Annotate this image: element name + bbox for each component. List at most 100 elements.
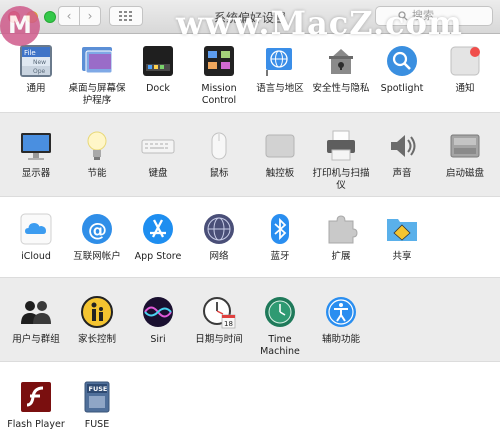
startup-disk-icon (448, 129, 482, 163)
pane-label: 互联网帐户 (73, 251, 121, 262)
preferences-row-other: Flash Player FUSE FUSE (0, 362, 500, 446)
sound-icon (385, 129, 419, 163)
pane-date-time[interactable]: 18 日期与时间 (186, 295, 252, 346)
pane-label: 网络 (209, 251, 229, 262)
pane-bluetooth[interactable]: 蓝牙 (247, 212, 313, 263)
pane-dock[interactable]: Dock (125, 44, 191, 95)
pane-flash-player[interactable]: Flash Player (3, 380, 69, 431)
preferences-row-personal: File New Ope 通用 桌面与屏幕保护程序 Dock Mission C… (0, 34, 500, 112)
spotlight-icon (385, 44, 419, 78)
pane-label: 声音 (392, 168, 412, 179)
trackpad-icon (263, 129, 297, 163)
printers-scanners-icon (324, 129, 358, 163)
icloud-icon (19, 212, 53, 246)
fuse-badge-text: FUSE (89, 385, 108, 393)
pane-label: Spotlight (380, 83, 424, 94)
pane-label: 鼠标 (209, 168, 229, 179)
pane-label: App Store (134, 251, 182, 262)
pane-mouse[interactable]: 鼠标 (186, 129, 252, 180)
pane-label: Mission Control (201, 83, 237, 106)
general-icon-ope-text: Ope (33, 68, 46, 75)
pane-users-groups[interactable]: 用户与群组 (3, 295, 69, 346)
pane-fuse[interactable]: FUSE FUSE (64, 380, 130, 431)
displays-icon (19, 129, 53, 163)
mouse-icon (202, 129, 236, 163)
internet-accounts-icon: @ (80, 212, 114, 246)
pane-siri[interactable]: Siri (125, 295, 191, 346)
pane-label: 家长控制 (77, 334, 116, 345)
pane-energy-saver[interactable]: 节能 (64, 129, 130, 180)
preferences-row-system: 用户与群组 家长控制 Siri 18 日期与时间 Time Machine 辅助… (0, 277, 500, 362)
pane-trackpad[interactable]: 触控板 (247, 129, 313, 180)
pane-label: 桌面与屏幕保护程序 (68, 83, 126, 106)
keyboard-icon (141, 129, 175, 163)
pane-icloud[interactable]: iCloud (3, 212, 69, 263)
pane-general[interactable]: File New Ope 通用 (3, 44, 69, 95)
accessibility-icon (324, 295, 358, 329)
language-region-icon (263, 44, 297, 78)
flash-player-icon (19, 380, 53, 414)
pane-app-store[interactable]: App Store (125, 212, 191, 263)
sharing-icon (385, 212, 419, 246)
pane-label: iCloud (21, 251, 51, 262)
mission-control-icon (202, 44, 236, 78)
desktop-screensaver-icon (80, 44, 114, 78)
pane-parental-controls[interactable]: 家长控制 (64, 295, 130, 346)
pane-spotlight[interactable]: Spotlight (369, 44, 435, 95)
pane-accessibility[interactable]: 辅助功能 (308, 295, 374, 346)
pane-label: 启动磁盘 (445, 168, 484, 179)
pane-startup-disk[interactable]: 启动磁盘 (432, 129, 498, 180)
app-store-icon (141, 212, 175, 246)
general-icon-new-text: New (33, 59, 46, 66)
pane-time-machine[interactable]: Time Machine (247, 295, 313, 358)
pane-language-region[interactable]: 语言与地区 (247, 44, 313, 95)
pane-label: 用户与群组 (12, 334, 60, 345)
pane-label: 键盘 (148, 168, 168, 179)
window-titlebar: ‹ › 系统偏好设置 搜索 (0, 0, 500, 34)
pane-label: Siri (150, 334, 166, 345)
siri-icon (141, 295, 175, 329)
general-icon: File New Ope (19, 44, 53, 78)
pane-label: Time Machine (260, 334, 300, 357)
pane-label: 节能 (87, 168, 107, 179)
fuse-icon: FUSE (80, 380, 114, 414)
pane-label: 语言与地区 (256, 83, 304, 94)
pane-keyboard[interactable]: 键盘 (125, 129, 191, 180)
pane-network[interactable]: 网络 (186, 212, 252, 263)
pane-internet-accounts[interactable]: @ 互联网帐户 (64, 212, 130, 263)
calendar-day-text: 18 (224, 320, 233, 328)
pane-label: 扩展 (331, 251, 351, 262)
preferences-row-internet: iCloud @ 互联网帐户 App Store 网络 蓝牙 扩展 共享 (0, 197, 500, 277)
bluetooth-icon (263, 212, 297, 246)
search-placeholder: 搜索 (412, 9, 434, 22)
pane-label: Dock (146, 83, 170, 94)
pane-sound[interactable]: 声音 (369, 129, 435, 180)
pane-desktop-screensaver[interactable]: 桌面与屏幕保护程序 (64, 44, 130, 107)
pane-sharing[interactable]: 共享 (369, 212, 435, 263)
search-field[interactable]: 搜索 (375, 6, 493, 26)
pane-label: 通用 (26, 83, 46, 94)
energy-saver-icon (80, 129, 114, 163)
network-icon (202, 212, 236, 246)
pane-label: 显示器 (21, 168, 51, 179)
users-groups-icon (19, 295, 53, 329)
pane-printers-scanners[interactable]: 打印机与扫描仪 (308, 129, 374, 192)
pane-displays[interactable]: 显示器 (3, 129, 69, 180)
date-time-icon: 18 (202, 295, 236, 329)
time-machine-icon (263, 295, 297, 329)
pane-label: 共享 (392, 251, 412, 262)
pane-label: 蓝牙 (270, 251, 290, 262)
search-icon (398, 11, 408, 21)
svg-text:@: @ (88, 219, 107, 241)
pane-notifications[interactable]: 通知 (432, 44, 498, 95)
pane-extensions[interactable]: 扩展 (308, 212, 374, 263)
parental-controls-icon (80, 295, 114, 329)
pane-label: 打印机与扫描仪 (312, 168, 370, 191)
pane-label: 触控板 (265, 168, 295, 179)
preferences-row-hardware: 显示器 节能 键盘 鼠标 触控板 打印机与扫描仪 声音 启动磁盘 (0, 112, 500, 197)
pane-security-privacy[interactable]: 安全性与隐私 (308, 44, 374, 95)
pane-mission-control[interactable]: Mission Control (186, 44, 252, 107)
pane-label: 日期与时间 (195, 334, 243, 345)
pane-label: FUSE (84, 419, 110, 430)
dock-icon (141, 44, 175, 78)
